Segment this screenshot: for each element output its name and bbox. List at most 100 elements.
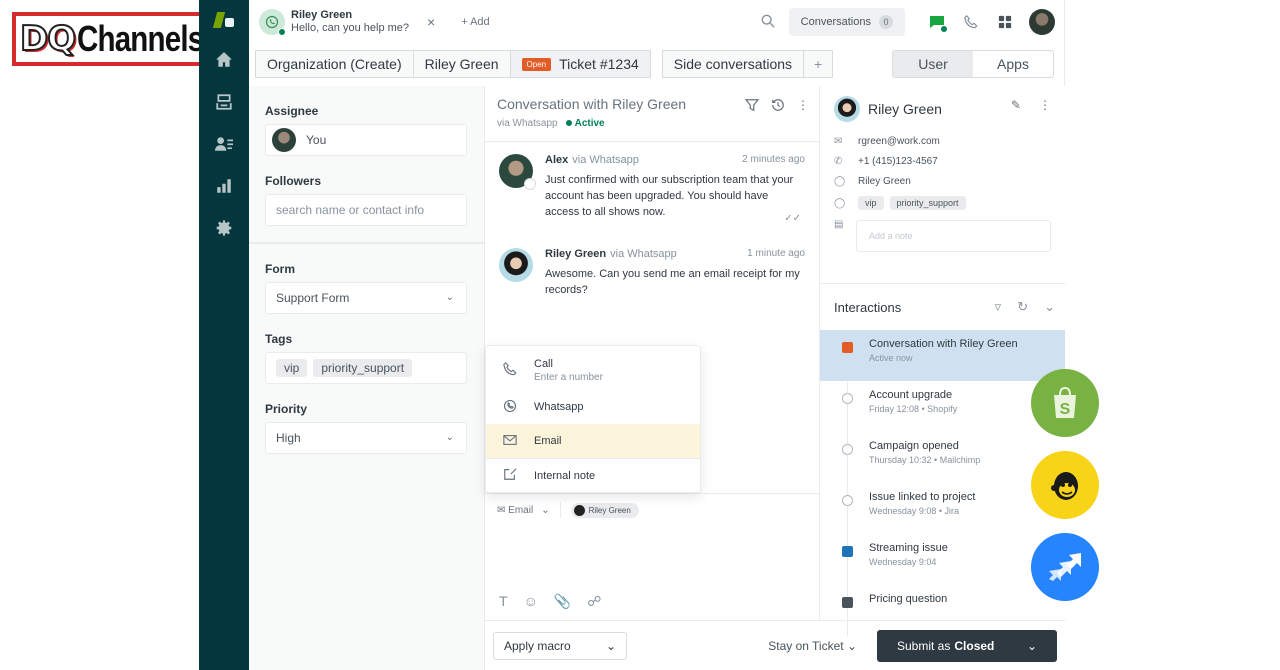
phone-icon bbox=[502, 361, 518, 379]
menu-item-internal-note[interactable]: Internal note bbox=[486, 458, 700, 492]
customers-icon[interactable] bbox=[212, 132, 236, 156]
interaction-item[interactable]: Campaign opened Thursday 10:32 • Mailchim… bbox=[820, 432, 1065, 483]
chevron-down-icon[interactable]: ⌄ bbox=[541, 505, 549, 516]
apply-macro-select[interactable]: Apply macro ⌄ bbox=[493, 631, 627, 660]
chevron-down-icon[interactable]: ⌄ bbox=[1044, 299, 1055, 315]
channel-select[interactable]: Email bbox=[508, 505, 533, 516]
call-label: Call bbox=[534, 357, 553, 370]
more-options-icon[interactable]: ⋮ bbox=[1039, 98, 1051, 112]
user-email[interactable]: rgreen@work.com bbox=[858, 136, 940, 147]
interaction-item[interactable]: Pricing question bbox=[820, 585, 1065, 636]
interaction-item[interactable]: Issue linked to project Wednesday 9:08 • … bbox=[820, 483, 1065, 534]
tags-field[interactable]: vip priority_support bbox=[265, 352, 467, 384]
link-icon[interactable]: ☍ bbox=[587, 593, 601, 610]
tab-organization[interactable]: Organization (Create) bbox=[255, 50, 414, 78]
context-panel: Riley Green ✎ ⋮ ✉ rgreen@work.com ✆ +1 (415… bbox=[819, 86, 1065, 636]
settings-gear-icon[interactable] bbox=[212, 216, 236, 240]
tag-priority-support[interactable]: priority_support bbox=[313, 359, 413, 377]
agent-workspace: Riley Green Hello, can you help me? × + … bbox=[249, 0, 1065, 670]
close-tab-icon[interactable]: × bbox=[427, 14, 435, 30]
home-icon[interactable] bbox=[212, 48, 236, 72]
form-select[interactable]: Support Form ⌄ bbox=[265, 282, 467, 314]
stay-on-ticket-select[interactable]: Stay on Ticket ⌄ bbox=[768, 639, 857, 653]
logo-dq: DQ bbox=[19, 18, 77, 60]
followers-input[interactable]: search name or contact info bbox=[265, 194, 467, 226]
message-author: Alex bbox=[545, 154, 569, 166]
apps-segment[interactable]: Apps bbox=[973, 51, 1053, 77]
filter-icon[interactable] bbox=[744, 98, 760, 115]
conversation-channel: via Whatsapp bbox=[497, 118, 558, 129]
reply-composer: ✉ Email ⌄ Riley Green T ☺ 📎 ☍ bbox=[485, 493, 819, 620]
shopify-icon: S bbox=[1031, 369, 1099, 437]
tag-vip[interactable]: vip bbox=[276, 359, 308, 377]
text-format-icon[interactable]: T bbox=[499, 593, 508, 610]
phone-icon[interactable] bbox=[957, 8, 985, 36]
agent-avatar[interactable] bbox=[1029, 9, 1055, 35]
menu-item-whatsapp[interactable]: Whatsapp bbox=[486, 390, 700, 424]
form-value: Support Form bbox=[276, 291, 350, 305]
ticket-number: Ticket #1234 bbox=[559, 56, 639, 72]
logo-channels: Channels bbox=[77, 18, 204, 59]
chat-status-icon[interactable] bbox=[923, 8, 951, 36]
message-channel: via Whatsapp bbox=[610, 248, 677, 260]
history-icon[interactable] bbox=[771, 98, 785, 115]
user-phone[interactable]: +1 (415)123-4567 bbox=[858, 156, 938, 167]
refresh-icon[interactable]: ↻ bbox=[1017, 299, 1028, 315]
message-time: 1 minute ago bbox=[747, 248, 805, 259]
email-icon: ✉ bbox=[834, 136, 843, 147]
search-icon[interactable] bbox=[761, 14, 775, 31]
menu-item-email[interactable]: Email bbox=[486, 424, 700, 458]
email-icon bbox=[502, 433, 518, 450]
conversation-tab[interactable]: Riley Green Hello, can you help me? × bbox=[259, 9, 435, 36]
interaction-title: Streaming issue bbox=[869, 542, 948, 554]
conversation-marker-icon bbox=[842, 342, 853, 353]
interaction-item[interactable]: Conversation with Riley Green Active now bbox=[820, 330, 1065, 381]
section-divider bbox=[249, 242, 484, 244]
tab-ticket[interactable]: Open Ticket #1234 bbox=[509, 50, 651, 78]
interaction-item[interactable]: Account upgrade Friday 12:08 • Shopify bbox=[820, 381, 1065, 432]
online-status-dot bbox=[278, 28, 286, 36]
views-icon[interactable] bbox=[212, 90, 236, 114]
tags-label: Tags bbox=[265, 332, 293, 346]
assignee-field[interactable]: You bbox=[265, 124, 467, 156]
add-note-input[interactable]: Add a note bbox=[856, 220, 1051, 252]
more-options-icon[interactable]: ⋮ bbox=[797, 98, 809, 115]
add-side-conversation-button[interactable]: + bbox=[803, 50, 834, 78]
message-channel: via Whatsapp bbox=[572, 154, 639, 166]
recipient-avatar bbox=[573, 504, 585, 516]
recipient-chip[interactable]: Riley Green bbox=[570, 502, 639, 518]
channel-menu: Call Enter a number Whatsapp Email Intern… bbox=[485, 345, 701, 493]
conversations-button[interactable]: Conversations 0 bbox=[788, 8, 905, 36]
menu-item-call[interactable]: Call Enter a number bbox=[486, 350, 700, 390]
form-label: Form bbox=[265, 262, 295, 276]
stay-label: Stay on Ticket bbox=[768, 638, 844, 653]
message-item: Riley Green via Whatsapp 1 minute ago Awes… bbox=[485, 220, 819, 298]
jira-icon bbox=[1031, 533, 1099, 601]
user-name: Riley Green bbox=[868, 101, 942, 117]
tag-vip[interactable]: vip bbox=[858, 196, 884, 210]
user-avatar bbox=[834, 96, 860, 122]
add-tab-button[interactable]: + Add bbox=[461, 16, 489, 28]
conversation-status: Active bbox=[574, 118, 605, 129]
apps-grid-icon[interactable] bbox=[991, 8, 1019, 36]
reporting-icon[interactable] bbox=[212, 174, 236, 198]
interaction-sub: Friday 12:08 • Shopify bbox=[869, 404, 958, 414]
edit-pencil-icon[interactable]: ✎ bbox=[1011, 98, 1021, 112]
filter-icon[interactable]: ▿ bbox=[995, 299, 1002, 315]
submit-prefix: Submit as bbox=[897, 638, 951, 653]
emoji-icon[interactable]: ☺ bbox=[524, 593, 538, 610]
open-status-badge: Open bbox=[521, 57, 552, 71]
tab-user[interactable]: Riley Green bbox=[412, 50, 511, 78]
interactions-header: Interactions ▿ ↻ ⌄ bbox=[820, 284, 1065, 330]
user-segment[interactable]: User bbox=[893, 51, 973, 77]
tab-side-conversations[interactable]: Side conversations bbox=[661, 50, 805, 78]
alex-avatar bbox=[499, 154, 536, 190]
ticket-marker-icon bbox=[842, 546, 853, 557]
attachment-icon[interactable]: 📎 bbox=[554, 593, 571, 610]
chevron-down-icon[interactable]: ⌄ bbox=[1027, 639, 1037, 653]
priority-select[interactable]: High ⌄ bbox=[265, 422, 467, 454]
interaction-sub: Wednesday 9:04 bbox=[869, 557, 937, 567]
tag-priority-support[interactable]: priority_support bbox=[889, 196, 966, 210]
ticket-properties-panel: Assignee You Followers search name or co… bbox=[249, 86, 485, 670]
interaction-item[interactable]: Streaming issue Wednesday 9:04 bbox=[820, 534, 1065, 585]
